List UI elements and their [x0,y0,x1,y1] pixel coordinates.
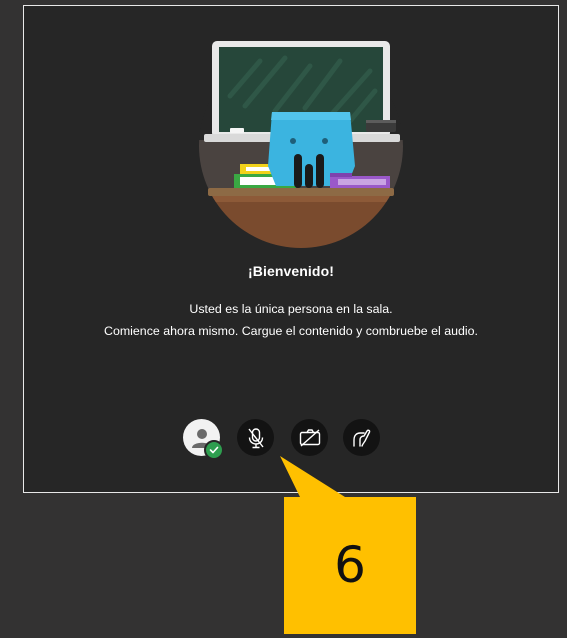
welcome-panel: ¡Bienvenido! Usted es la única persona e… [23,5,559,493]
check-icon [209,446,219,454]
microphone-muted-icon [247,427,264,448]
user-avatar-button[interactable] [183,419,224,460]
app-stage: ¡Bienvenido! Usted es la única persona e… [0,0,567,638]
session-controls [183,419,393,460]
classroom-illustration [199,41,403,248]
share-content-icon [352,429,370,447]
microphone-toggle-button[interactable] [237,419,274,456]
camera-off-icon [299,428,320,447]
status-check-badge [204,440,224,460]
camera-toggle-button[interactable] [291,419,328,456]
welcome-title: ¡Bienvenido! [248,263,334,279]
share-content-button[interactable] [343,419,380,456]
welcome-message-line-1: Usted es la única persona en la sala. [189,302,393,316]
callout-number: 6 [334,536,366,594]
welcome-message-line-2: Comience ahora mismo. Cargue el contenid… [104,324,478,338]
